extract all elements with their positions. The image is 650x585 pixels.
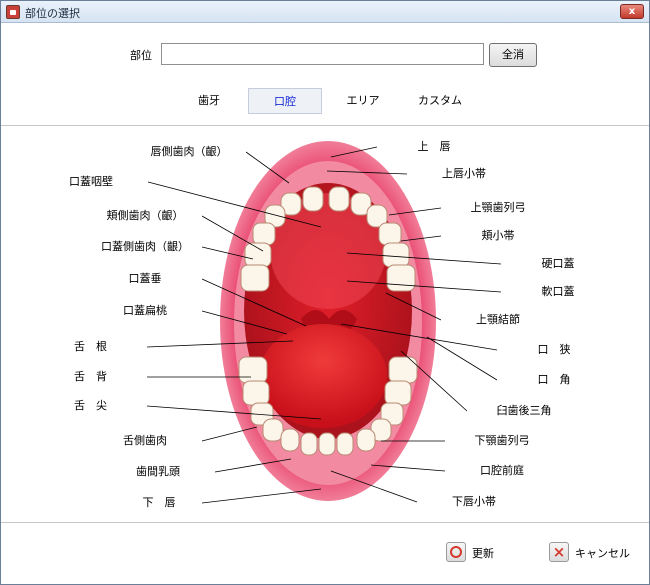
label-tongue-tip[interactable]: 舌 尖 — [34, 395, 147, 417]
label-buccal-gingiva[interactable]: 頬側歯肉（齦） — [88, 205, 202, 227]
label-upper-lip[interactable]: 上 唇 — [377, 136, 491, 158]
label-fauces[interactable]: 口 狭 — [497, 339, 611, 361]
tongue-shape — [259, 324, 387, 428]
title-bar: 部位の選択 x — [1, 1, 649, 23]
label-maxillary-tuberosity[interactable]: 上顎結節 — [441, 309, 555, 331]
label-upper-dental-arch[interactable]: 上顎歯列弓 — [441, 197, 555, 219]
label-lingual-gingiva[interactable]: 舌側歯肉 — [88, 430, 202, 452]
separator-bottom — [1, 522, 649, 523]
label-soft-palate[interactable]: 軟口蓋 — [501, 281, 615, 303]
tab-teeth[interactable]: 歯牙 — [187, 88, 231, 114]
label-oral-vestibule[interactable]: 口腔前庭 — [445, 460, 559, 482]
renew-button[interactable]: 更新 — [446, 538, 506, 566]
label-upper-labial-frenum[interactable]: 上唇小帯 — [407, 163, 521, 185]
label-uvula[interactable]: 口蓋垂 — [88, 268, 202, 290]
circle-icon — [446, 542, 466, 562]
label-tongue-root[interactable]: 舌 根 — [34, 336, 147, 358]
label-hard-palate[interactable]: 硬口蓋 — [501, 253, 615, 275]
label-labial-gingiva[interactable]: 唇側歯肉（齦） — [132, 141, 246, 163]
label-buccal-frenum[interactable]: 頬小帯 — [441, 225, 555, 247]
label-lower-lip[interactable]: 下 唇 — [116, 492, 202, 514]
close-button[interactable]: x — [620, 4, 644, 19]
window-title: 部位の選択 — [25, 7, 80, 20]
app-icon — [6, 5, 20, 19]
label-lower-dental-arch[interactable]: 下顎歯列弓 — [445, 430, 559, 452]
cancel-label: キャンセル — [575, 547, 630, 560]
clear-all-button[interactable]: 全消 — [489, 43, 537, 67]
label-palatopharyngeal-wall[interactable]: 口蓋咽壁 — [34, 171, 148, 193]
label-tongue-dorsum[interactable]: 舌 背 — [34, 366, 147, 388]
tab-custom[interactable]: カスタム — [409, 88, 471, 114]
tab-area[interactable]: エリア — [337, 88, 389, 114]
label-palatal-gingiva[interactable]: 口蓋側歯肉（齦） — [88, 236, 202, 258]
site-field-label: 部位 — [130, 49, 152, 62]
label-retromolar-triangle[interactable]: 臼歯後三角 — [467, 400, 581, 422]
label-mouth-corner[interactable]: 口 角 — [497, 369, 611, 391]
site-input[interactable] — [161, 43, 484, 65]
renew-label: 更新 — [472, 547, 494, 560]
label-palatine-tonsil[interactable]: 口蓋扁桃 — [88, 300, 202, 322]
x-icon: × — [549, 542, 569, 562]
dialog-window: 部位の選択 x 部位 全消 歯牙 口腔 エリア カスタム 唇側歯肉（齦） 口蓋咽… — [0, 0, 650, 585]
label-interdental-papilla[interactable]: 歯間乳頭 — [101, 461, 215, 483]
tab-oral-cavity[interactable]: 口腔 — [248, 88, 322, 114]
label-lower-labial-frenum[interactable]: 下唇小帯 — [417, 491, 531, 513]
cancel-button[interactable]: × キャンセル — [549, 538, 630, 566]
